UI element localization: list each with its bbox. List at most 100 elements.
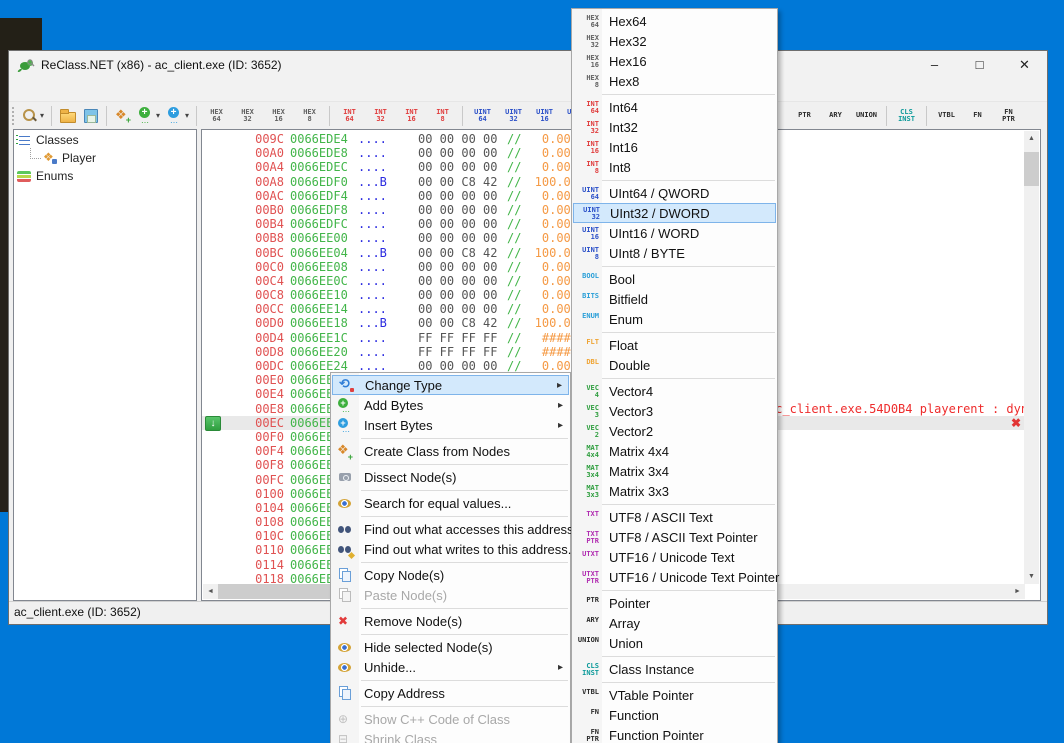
submenu-item[interactable]: INT64 Int64 ▸: [573, 97, 776, 117]
title-bar[interactable]: ReClass.NET (x86) - ac_client.exe (ID: 3…: [9, 51, 1047, 79]
submenu-item[interactable]: TXT UTF8 / ASCII Text ▸: [573, 507, 776, 527]
submenu-item[interactable]: UINT32 UInt32 / DWORD ▸: [573, 203, 776, 223]
submenu-item[interactable]: FLT Float ▸: [573, 335, 776, 355]
submenu-item[interactable]: UTXTPTR UTF16 / Unicode Text Pointer ▸: [573, 567, 776, 587]
context-menu-item[interactable]: Copy Node(s) ▸: [332, 565, 569, 585]
type-button[interactable]: VTBL: [931, 104, 962, 128]
submenu-item[interactable]: ARY Array ▸: [573, 613, 776, 633]
submenu-item[interactable]: CLSINST Class Instance ▸: [573, 659, 776, 679]
remove-node-x-icon[interactable]: ✖: [1011, 416, 1021, 430]
context-menu-item[interactable]: Dissect Node(s) ▸: [332, 467, 569, 487]
type-button[interactable]: HEX16: [263, 104, 294, 128]
context-menu-item[interactable]: Find out what writes to this address... …: [332, 539, 569, 559]
submenu-item[interactable]: TXTPTR UTF8 / ASCII Text Pointer ▸: [573, 527, 776, 547]
submenu-item[interactable]: HEX64 Hex64 ▸: [573, 11, 776, 31]
submenu-item[interactable]: VTBL VTable Pointer ▸: [573, 685, 776, 705]
type-button[interactable]: INT16: [396, 104, 427, 128]
row-comment-slash: //: [507, 246, 521, 260]
context-menu-item[interactable]: Remove Node(s) ▸: [332, 611, 569, 631]
context-menu-item[interactable]: Shrink Class ▸: [332, 729, 569, 743]
submenu-item[interactable]: MAT4x4 Matrix 4x4 ▸: [573, 441, 776, 461]
type-button[interactable]: UINT16: [529, 104, 560, 128]
context-menu-item[interactable]: Change Type ▸: [332, 375, 569, 395]
type-button[interactable]: UNION: [851, 104, 882, 128]
add-bytes-button[interactable]: ▾: [134, 104, 163, 128]
submenu-item[interactable]: UNION Union ▸: [573, 633, 776, 653]
submenu-item[interactable]: UINT64 UInt64 / QWORD ▸: [573, 183, 776, 203]
context-menu-item[interactable]: Find out what accesses this address... ▸: [332, 519, 569, 539]
save-project-button[interactable]: [79, 104, 102, 128]
type-button[interactable]: HEX64: [201, 104, 232, 128]
submenu-item[interactable]: BOOL Bool ▸: [573, 269, 776, 289]
vertical-scrollbar[interactable]: ▲ ▼: [1024, 131, 1039, 584]
type-button[interactable]: UINT32: [498, 104, 529, 128]
menu-bar-item[interactable]: [9, 79, 27, 101]
submenu-item[interactable]: VEC4 Vector4 ▸: [573, 381, 776, 401]
submenu-item[interactable]: FN Function ▸: [573, 705, 776, 725]
context-menu-item[interactable]: Hide selected Node(s) ▸: [332, 637, 569, 657]
submenu-item[interactable]: INT16 Int16 ▸: [573, 137, 776, 157]
submenu-item[interactable]: INT8 Int8 ▸: [573, 157, 776, 177]
submenu-item[interactable]: UINT16 UInt16 / WORD ▸: [573, 223, 776, 243]
row-address: 0066EE04: [290, 246, 348, 260]
row-ascii: ....: [358, 217, 387, 231]
type-button[interactable]: INT64: [334, 104, 365, 128]
submenu-item[interactable]: UTXT UTF16 / Unicode Text ▸: [573, 547, 776, 567]
type-button[interactable]: CLSINST: [891, 104, 922, 128]
submenu-item[interactable]: BITS Bitfield ▸: [573, 289, 776, 309]
type-button[interactable]: ARY: [820, 104, 851, 128]
tree-item-classes[interactable]: Classes: [17, 132, 196, 148]
type-button[interactable]: PTR: [789, 104, 820, 128]
scroll-left-icon[interactable]: ◄: [203, 584, 218, 599]
submenu-item[interactable]: HEX16 Hex16 ▸: [573, 51, 776, 71]
type-button[interactable]: FNPTR: [993, 104, 1024, 128]
open-project-button[interactable]: [56, 104, 79, 128]
context-menu-item[interactable]: Unhide... ▸: [332, 657, 569, 677]
scroll-right-icon[interactable]: ►: [1010, 584, 1025, 599]
scroll-up-icon[interactable]: ▲: [1024, 131, 1039, 146]
submenu-item[interactable]: FNPTR Function Pointer ▸: [573, 725, 776, 743]
maximize-button[interactable]: □: [957, 51, 1002, 79]
context-menu-item[interactable]: Search for equal values... ▸: [332, 493, 569, 513]
menu-bar-item[interactable]: [63, 79, 81, 101]
context-menu-item[interactable]: Copy Address ▸: [332, 683, 569, 703]
context-menu-item[interactable]: Create Class from Nodes ▸: [332, 441, 569, 461]
type-button[interactable]: UINT64: [467, 104, 498, 128]
minimize-button[interactable]: –: [912, 51, 957, 79]
context-menu-item[interactable]: Show C++ Code of Class ▸: [332, 709, 569, 729]
attach-process-button[interactable]: ▾: [18, 104, 47, 128]
submenu-item[interactable]: DBL Double ▸: [573, 355, 776, 375]
close-button[interactable]: ✕: [1002, 51, 1047, 79]
submenu-item[interactable]: UINT8 UInt8 / BYTE ▸: [573, 243, 776, 263]
tree-item-player[interactable]: Player: [28, 150, 196, 166]
type-icon: VEC3: [573, 403, 601, 420]
menu-bar-item[interactable]: [27, 79, 45, 101]
context-menu-item[interactable]: Insert Bytes ▸: [332, 415, 569, 435]
submenu-item[interactable]: MAT3x4 Matrix 3x4 ▸: [573, 461, 776, 481]
tree-item-enums[interactable]: Enums: [17, 168, 196, 184]
row-offset: 009C: [248, 132, 284, 146]
insert-bytes-button[interactable]: ▾: [163, 104, 192, 128]
submenu-item[interactable]: MAT3x3 Matrix 3x3 ▸: [573, 481, 776, 501]
scroll-down-icon[interactable]: ▼: [1024, 569, 1039, 584]
submenu-item[interactable]: PTR Pointer ▸: [573, 593, 776, 613]
type-button[interactable]: FN: [962, 104, 993, 128]
submenu-item[interactable]: INT32 Int32 ▸: [573, 117, 776, 137]
vertical-scroll-thumb[interactable]: [1024, 152, 1039, 186]
context-menu-item[interactable]: Add Bytes ▸: [332, 395, 569, 415]
menu-bar-item[interactable]: [45, 79, 63, 101]
submenu-item[interactable]: ENUM Enum ▸: [573, 309, 776, 329]
row-offset: 00B8: [248, 231, 284, 245]
submenu-item[interactable]: VEC3 Vector3 ▸: [573, 401, 776, 421]
row-bytes: 00 00 00 00: [418, 160, 497, 174]
row-address: 0066EDFC: [290, 217, 348, 231]
submenu-item[interactable]: HEX32 Hex32 ▸: [573, 31, 776, 51]
type-button[interactable]: INT8: [427, 104, 458, 128]
type-button[interactable]: HEX32: [232, 104, 263, 128]
type-button[interactable]: HEX8: [294, 104, 325, 128]
submenu-item[interactable]: HEX8 Hex8 ▸: [573, 71, 776, 91]
add-class-button[interactable]: [111, 104, 134, 128]
context-menu-item[interactable]: Paste Node(s) ▸: [332, 585, 569, 605]
submenu-item[interactable]: VEC2 Vector2 ▸: [573, 421, 776, 441]
type-button[interactable]: INT32: [365, 104, 396, 128]
